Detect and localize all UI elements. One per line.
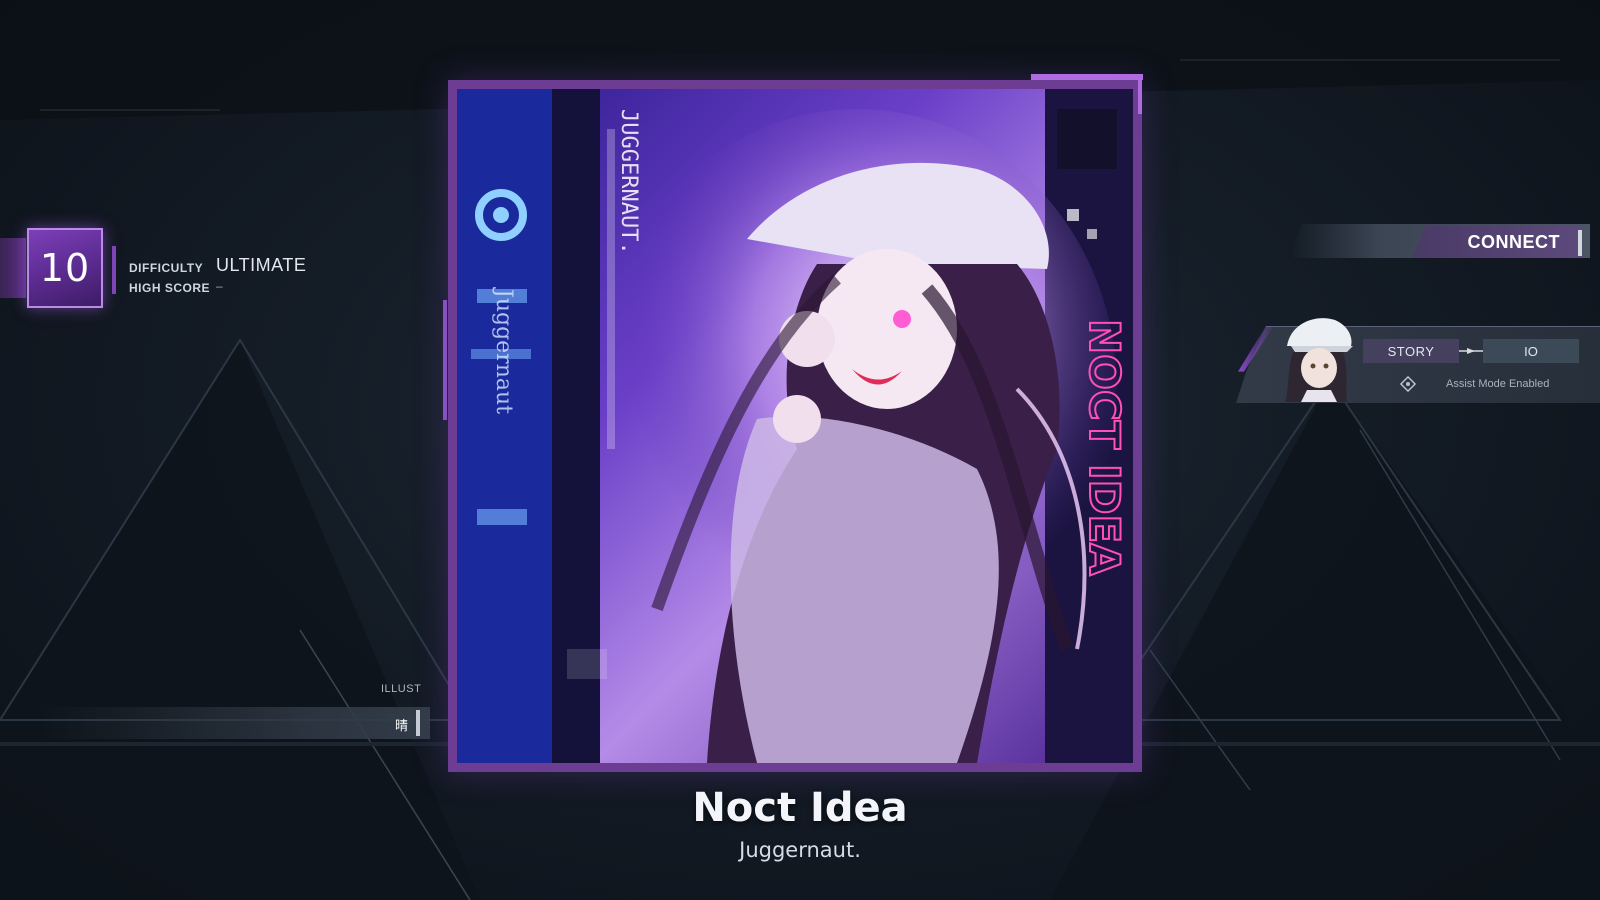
connect-button[interactable]: CONNECT (1412, 226, 1582, 258)
jacket-brand-text: Juggernaut (491, 287, 516, 414)
character-avatar[interactable] (1277, 312, 1361, 402)
story-button[interactable]: STORY (1363, 339, 1459, 363)
difficulty-accent-strip (0, 238, 26, 298)
song-title: Noct Idea (692, 785, 908, 831)
jacket-side-title: NOCT IDEA (1080, 319, 1129, 576)
assist-icon (1400, 376, 1416, 392)
illust-edge-marker (416, 710, 420, 736)
high-score-value: – (216, 279, 223, 293)
jacket-frame-accent-top (1031, 74, 1143, 80)
difficulty-panel: 10 DIFFICULTY ULTIMATE HIGH SCORE – (0, 228, 330, 312)
difficulty-label: DIFFICULTY (129, 261, 204, 275)
illust-label: ILLUST (381, 683, 422, 695)
jacket-frame-accent-left (443, 300, 447, 420)
assist-mode-status: Assist Mode Enabled (1446, 378, 1550, 390)
difficulty-separator (112, 246, 116, 294)
difficulty-value: ULTIMATE (216, 255, 307, 275)
level-number: 10 (39, 246, 91, 290)
mode-indicator[interactable]: IO (1483, 339, 1579, 363)
level-badge: 10 (27, 228, 103, 308)
mode-value: IO (1524, 343, 1538, 359)
link-connector-icon (1459, 348, 1483, 354)
song-artist: Juggernaut. (739, 838, 861, 862)
jacket-illustration: NOCT IDEA JUGGERNAUT. Juggernaut (457, 89, 1133, 763)
song-jacket[interactable]: NOCT IDEA JUGGERNAUT. Juggernaut (448, 80, 1142, 772)
jacket-vertical-text: JUGGERNAUT. (616, 109, 641, 255)
story-label: STORY (1387, 343, 1435, 359)
connect-edge-marker (1578, 230, 1582, 256)
high-score-label: HIGH SCORE (129, 281, 211, 295)
illust-credit-bar: 晴 (40, 707, 430, 739)
connect-label: CONNECT (1467, 231, 1560, 252)
jacket-frame-accent-corner (1138, 74, 1142, 114)
avatar-portrait (1285, 318, 1353, 402)
illust-artist: 晴 (394, 719, 408, 734)
